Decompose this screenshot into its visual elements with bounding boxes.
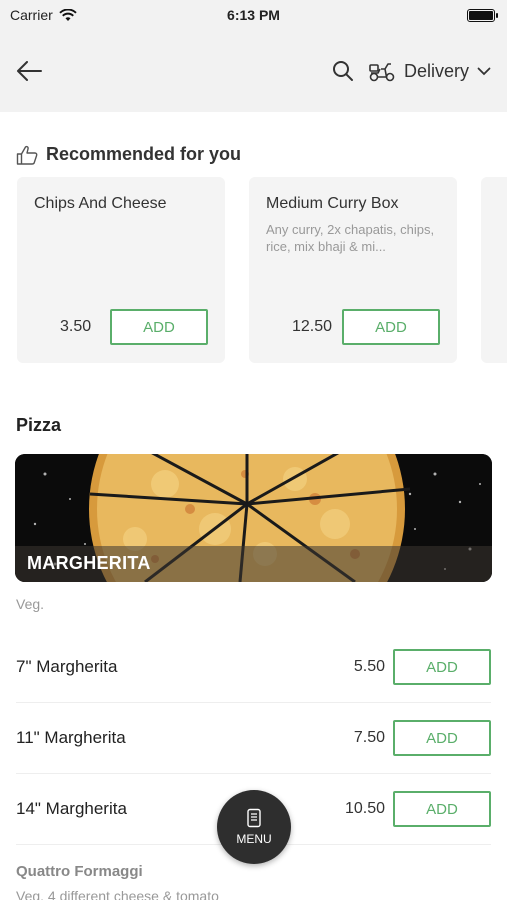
recommended-card[interactable]: Medium Curry Box Any curry, 2x chapatis,… xyxy=(249,177,457,363)
recommended-card[interactable]: Chips And Cheese 3.50 ADD xyxy=(17,177,225,363)
recommended-item-description: Any curry, 2x chapatis, chips, rice, mix… xyxy=(266,222,435,254)
menu-item-price: 5.50 xyxy=(353,658,385,675)
recommended-item-price: 3.50 xyxy=(60,318,92,335)
delivery-label: Delivery xyxy=(403,60,469,81)
category-banner: MARGHERITA xyxy=(15,454,492,582)
add-button[interactable]: ADD xyxy=(393,791,491,827)
add-button[interactable]: ADD xyxy=(110,309,208,345)
menu-button[interactable]: MENU xyxy=(217,790,291,864)
add-button[interactable]: ADD xyxy=(393,720,491,756)
recommended-card-peek[interactable] xyxy=(481,177,507,363)
carrier-group: Carrier xyxy=(10,7,77,23)
wifi-icon xyxy=(59,8,77,21)
thumbs-up-icon xyxy=(16,145,38,165)
next-category-description: Veg. 4 different cheese & tomato xyxy=(16,888,219,900)
menu-item-price: 10.50 xyxy=(344,800,385,817)
menu-book-icon xyxy=(247,808,261,828)
scooter-icon xyxy=(369,63,395,82)
recommended-title: Recommended for you xyxy=(46,144,242,164)
chevron-down-icon xyxy=(477,67,491,75)
recommended-item-name: Chips And Cheese xyxy=(34,195,167,212)
battery-icon xyxy=(467,8,498,22)
menu-item-name: 7" Margherita xyxy=(16,657,118,676)
recommended-carousel[interactable]: Chips And Cheese 3.50 ADD Medium Curry B… xyxy=(0,177,507,363)
menu-item-name: 11" Margherita xyxy=(16,728,126,747)
add-button[interactable]: ADD xyxy=(393,649,491,685)
menu-item-price: 7.50 xyxy=(353,729,385,746)
carrier-label: Carrier xyxy=(10,7,53,23)
recommended-item-name: Medium Curry Box xyxy=(266,195,399,212)
section-title: Pizza xyxy=(16,415,62,435)
menu-item-name: 14" Margherita xyxy=(16,799,127,818)
menu-button-label: MENU xyxy=(236,832,272,846)
back-arrow-icon[interactable] xyxy=(16,61,42,81)
top-actions: Delivery xyxy=(332,60,491,82)
menu-item-row[interactable]: 11" Margherita 7.50 ADD xyxy=(16,703,491,774)
status-bar: Carrier 6:13 PM xyxy=(0,0,507,30)
banner-label: MARGHERITA xyxy=(15,546,492,582)
next-category-name[interactable]: Quattro Formaggi xyxy=(16,863,491,880)
add-button[interactable]: ADD xyxy=(342,309,440,345)
delivery-selector[interactable]: Delivery xyxy=(368,60,491,82)
section-note: Veg. xyxy=(16,596,45,612)
recommended-heading: Recommended for you xyxy=(16,144,491,165)
search-icon[interactable] xyxy=(332,60,354,82)
recommended-item-price: 12.50 xyxy=(292,318,333,335)
top-bar: Delivery xyxy=(0,30,507,112)
menu-item-row[interactable]: 7" Margherita 5.50 ADD xyxy=(16,632,491,703)
